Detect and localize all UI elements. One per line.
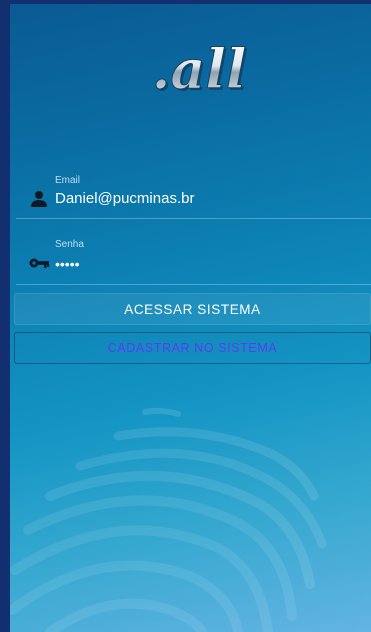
key-icon — [29, 258, 50, 268]
password-input[interactable]: ••••• — [55, 256, 355, 272]
password-label: Senha — [55, 239, 84, 250]
login-button[interactable]: ACESSAR SISTEMA — [14, 293, 371, 325]
email-input[interactable] — [55, 190, 355, 207]
register-button-label: CADASTRAR NO SISTEMA — [107, 341, 278, 355]
login-button-label: ACESSAR SISTEMA — [124, 301, 261, 317]
email-field[interactable]: Email — [16, 174, 371, 219]
logo-text: .all — [152, 37, 247, 101]
person-icon — [31, 191, 47, 207]
email-label: Email — [55, 175, 81, 186]
login-panel: .all .all Email Senha ••••• — [10, 4, 371, 632]
register-button[interactable]: CADASTRAR NO SISTEMA — [14, 332, 371, 364]
app-window: .all .all Email Senha ••••• — [0, 0, 371, 632]
app-logo: .all .all — [151, 37, 248, 104]
password-field[interactable]: Senha ••••• — [16, 238, 371, 285]
